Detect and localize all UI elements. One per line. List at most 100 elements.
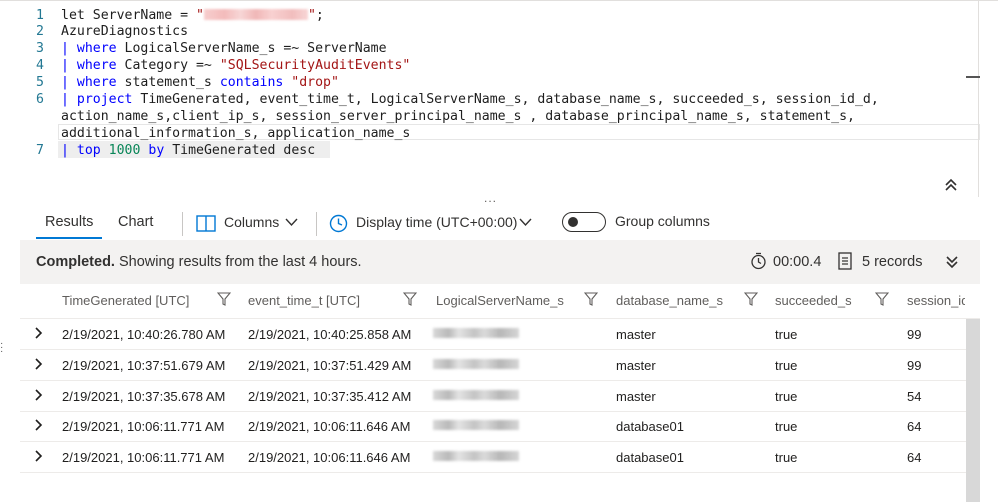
- code-token: 1000: [108, 143, 141, 158]
- cell-database-name: database01: [616, 450, 684, 465]
- header-database-name[interactable]: database_name_s: [616, 293, 723, 308]
- cell-time-generated: 2/19/2021, 10:06:11.771 AM: [62, 419, 225, 434]
- record-count: 5 records: [862, 254, 923, 270]
- cell-time-generated: 2/19/2021, 10:37:51.679 AM: [62, 358, 226, 373]
- cell-session-id: 64: [907, 419, 922, 434]
- document-icon: [838, 252, 852, 270]
- cell-event-time: 2/19/2021, 10:06:11.646 AM: [248, 450, 411, 465]
- redacted-server-name-cell: [433, 359, 519, 369]
- code-token: ": [195, 8, 204, 23]
- code-text: | where statement_s contains "drop": [61, 74, 339, 91]
- cell-time-generated: 2/19/2021, 10:40:26.780 AM: [62, 327, 226, 342]
- header-time-generated[interactable]: TimeGenerated [UTC]: [62, 293, 189, 308]
- table-row[interactable]: 2/19/2021, 10:37:35.678 AM 2/19/2021, 10:…: [20, 381, 978, 412]
- expand-chevron-icon[interactable]: [945, 255, 959, 269]
- header-session-id[interactable]: session_id_: [907, 293, 965, 308]
- cell-session-id: 99: [907, 358, 922, 373]
- row-expand-chevron-icon[interactable]: [34, 450, 44, 462]
- query-duration: 00:00.4: [773, 254, 822, 270]
- row-expand-chevron-icon[interactable]: [34, 419, 44, 431]
- table-row[interactable]: 2/19/2021, 10:40:26.780 AM 2/19/2021, 10:…: [20, 319, 978, 350]
- code-token: AzureDiagnostics: [61, 24, 189, 39]
- row-expand-chevron-icon[interactable]: [34, 327, 44, 339]
- code-token: additional_information_s, application_na…: [61, 126, 411, 141]
- tab-chart[interactable]: Chart: [118, 214, 153, 230]
- code-token: ": [307, 8, 316, 23]
- code-token: by: [148, 143, 165, 158]
- line-number: 5: [36, 75, 44, 90]
- header-event-time[interactable]: event_time_t [UTC]: [248, 293, 360, 308]
- filter-icon[interactable]: [403, 292, 417, 306]
- row-expand-chevron-icon[interactable]: [34, 389, 44, 401]
- code-token: "drop": [291, 75, 339, 90]
- code-token: top: [76, 143, 101, 158]
- code-text: | where LogicalServerName_s =~ ServerNam…: [61, 40, 387, 57]
- code-text: | top 1000 by TimeGenerated desc: [61, 142, 315, 159]
- line-number: 4: [36, 58, 44, 73]
- filter-icon[interactable]: [584, 292, 598, 306]
- code-token: |: [61, 143, 77, 158]
- status-message: Showing results from the last 4 hours.: [114, 254, 362, 270]
- chevron-down-icon: [285, 218, 298, 227]
- code-token: let ServerName =: [61, 8, 196, 23]
- cell-time-generated: 2/19/2021, 10:06:11.771 AM: [62, 450, 225, 465]
- code-text: let ServerName = " ";: [61, 7, 324, 24]
- cell-succeeded: true: [775, 358, 798, 373]
- toolbar-divider: [316, 212, 317, 236]
- header-succeeded[interactable]: succeeded_s: [775, 293, 852, 308]
- code-token: |: [61, 92, 77, 107]
- row-expand-chevron-icon[interactable]: [34, 358, 44, 370]
- code-text: AzureDiagnostics: [61, 23, 188, 40]
- code-token: where: [76, 58, 117, 73]
- table-row[interactable]: 2/19/2021, 10:06:11.771 AM 2/19/2021, 10:…: [20, 442, 978, 473]
- code-token: where: [76, 41, 117, 56]
- chevron-up-double-icon[interactable]: [943, 178, 959, 192]
- cell-event-time: 2/19/2021, 10:37:51.429 AM: [248, 358, 412, 373]
- toggle-knob: [568, 217, 578, 227]
- query-editor[interactable]: 1 let ServerName = " "; 2 AzureDiagnostics 3 |…: [0, 0, 998, 205]
- code-token: |: [61, 41, 77, 56]
- editor-scroll-track: [978, 1, 979, 197]
- code-token: project: [76, 92, 133, 107]
- header-logical-server-name[interactable]: LogicalServerName_s: [436, 293, 564, 308]
- cell-database-name: master: [616, 389, 656, 404]
- code-token: TimeGenerated desc: [164, 143, 316, 158]
- cell-event-time: 2/19/2021, 10:40:25.858 AM: [248, 327, 412, 342]
- redacted-server-name: [203, 9, 308, 20]
- redacted-server-name-cell: [433, 420, 519, 430]
- filter-icon[interactable]: [744, 292, 758, 306]
- redacted-server-name-cell: [433, 328, 519, 338]
- redacted-server-name-cell: [433, 451, 519, 461]
- columns-label: Columns: [224, 214, 280, 230]
- table-row[interactable]: 2/19/2021, 10:37:51.679 AM 2/19/2021, 10:…: [20, 350, 978, 381]
- group-columns-toggle[interactable]: [562, 212, 606, 232]
- active-tab-underline: [36, 237, 102, 239]
- results-scrollbar[interactable]: [966, 319, 980, 502]
- clock-icon: [329, 214, 348, 233]
- cell-succeeded: true: [775, 327, 798, 342]
- status-completed: Completed.: [36, 254, 115, 270]
- code-token: TimeGenerated, event_time_t, LogicalServ…: [132, 92, 879, 107]
- splitter-grip[interactable]: · · ·: [0, 339, 3, 357]
- columns-icon: [196, 215, 216, 232]
- tab-results[interactable]: Results: [45, 214, 93, 230]
- code-token: contains: [219, 75, 284, 90]
- filter-icon[interactable]: [217, 292, 231, 306]
- code-text: additional_information_s, application_na…: [61, 125, 410, 142]
- redacted-server-name-cell: [433, 390, 519, 400]
- code-token: Category =~: [116, 58, 220, 73]
- filter-icon[interactable]: [875, 292, 889, 306]
- code-token: "SQLSecurityAuditEvents": [219, 58, 411, 73]
- line-number: 2: [36, 24, 44, 39]
- cell-event-time: 2/19/2021, 10:06:11.646 AM: [248, 419, 411, 434]
- group-columns-label: Group columns: [615, 213, 710, 229]
- line-number: 6: [36, 92, 44, 107]
- cell-session-id: 99: [907, 327, 922, 342]
- code-token: ;: [315, 8, 324, 23]
- cell-session-id: 64: [907, 450, 922, 465]
- code-text: | project TimeGenerated, event_time_t, L…: [61, 91, 879, 108]
- code-token: where: [76, 75, 117, 90]
- line-number: 1: [36, 8, 44, 23]
- table-row[interactable]: 2/19/2021, 10:06:11.771 AM 2/19/2021, 10:…: [20, 411, 978, 442]
- code-text: action_name_s,client_ip_s, session_serve…: [61, 108, 855, 125]
